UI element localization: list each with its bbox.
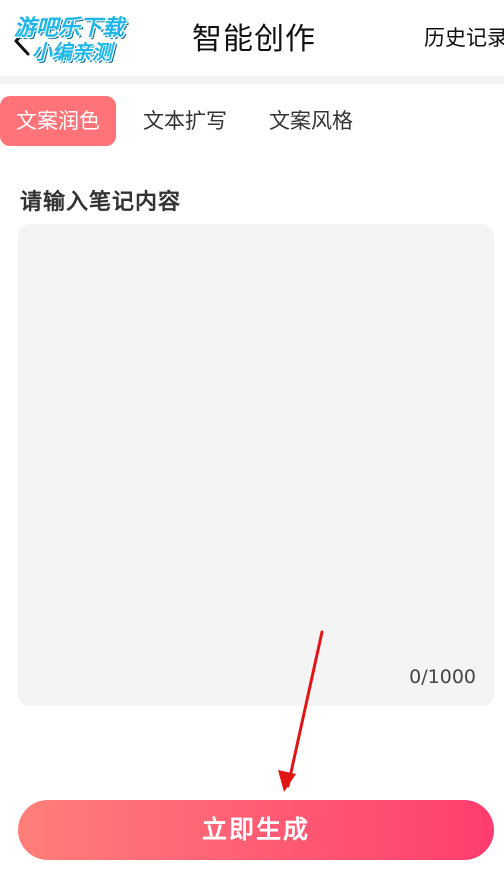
tab-copy-polish[interactable]: 文案润色 — [0, 96, 116, 146]
note-content-input[interactable] — [18, 224, 494, 706]
generate-button[interactable]: 立即生成 — [18, 800, 494, 860]
watermark-line-2: 小编亲测 — [32, 40, 112, 64]
smart-creation-page: 游吧乐下载 小编亲测 智能创作 历史记录 文案润色 文本扩写 文案风格 请输入笔… — [0, 0, 504, 892]
note-content-label: 请输入笔记内容 — [20, 190, 182, 215]
tab-text-expand[interactable]: 文本扩写 — [140, 96, 230, 146]
mode-tabs: 文案润色 文本扩写 文案风格 — [0, 96, 504, 146]
page-title: 智能创作 — [192, 22, 316, 57]
note-input-container: 0/1000 — [18, 224, 494, 706]
top-bar: 游吧乐下载 小编亲测 智能创作 历史记录 — [0, 0, 504, 76]
header-divider — [0, 76, 504, 84]
history-link[interactable]: 历史记录 — [424, 22, 504, 52]
tab-copy-style[interactable]: 文案风格 — [266, 96, 356, 146]
watermark-logo: 游吧乐下载 小编亲测 — [14, 10, 144, 66]
char-counter: 0/1000 — [409, 666, 476, 688]
